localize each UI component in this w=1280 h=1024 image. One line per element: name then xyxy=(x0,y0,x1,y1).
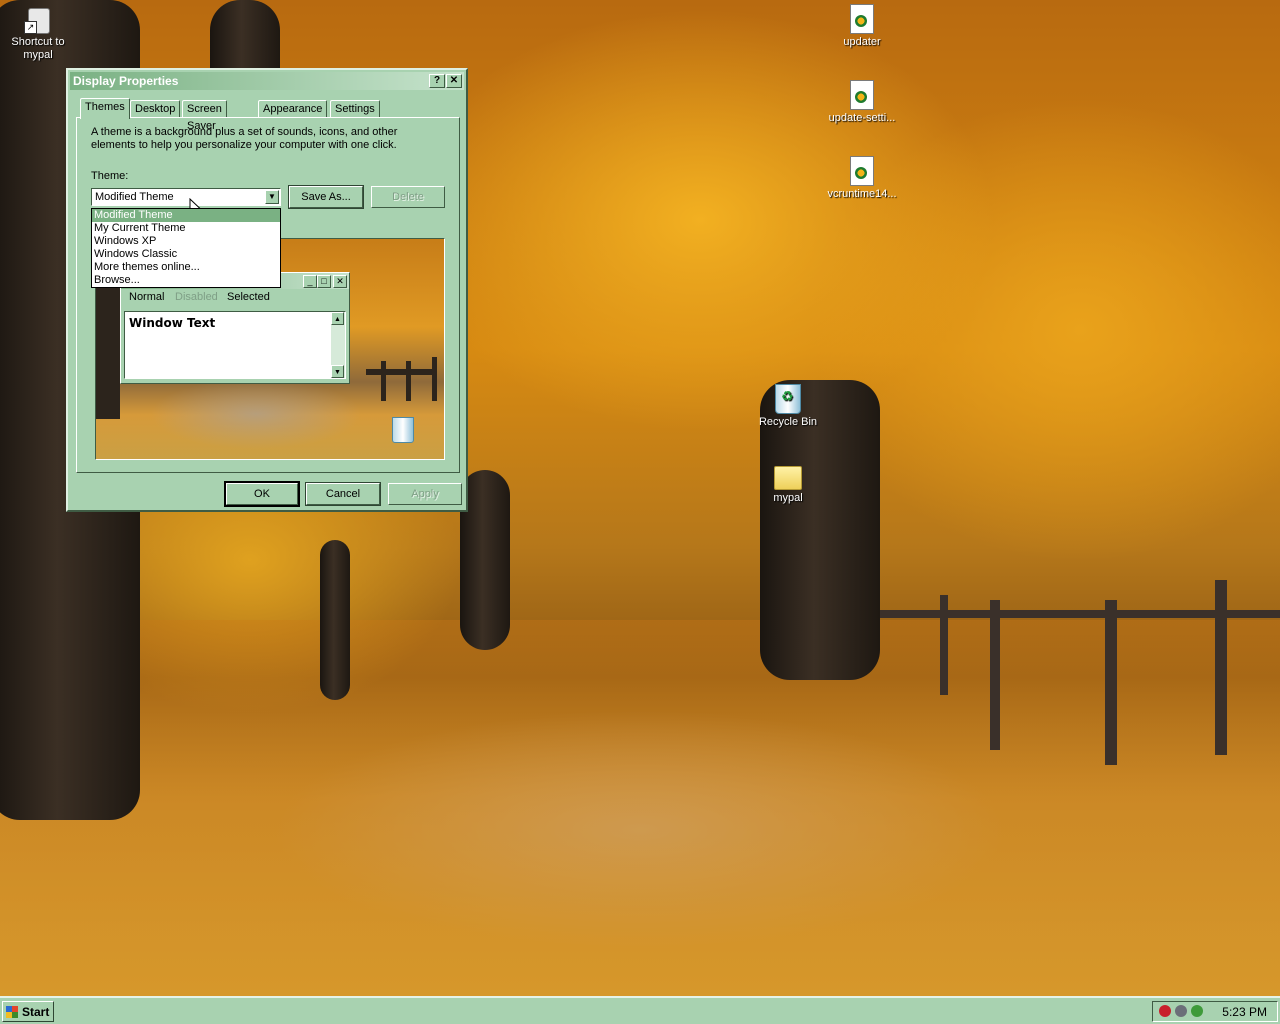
theme-option[interactable]: My Current Theme xyxy=(92,222,280,235)
minimize-icon: _ xyxy=(303,275,317,288)
theme-option[interactable]: Windows Classic xyxy=(92,248,280,261)
theme-option[interactable]: Windows XP xyxy=(92,235,280,248)
desktop-icon-vcruntime[interactable]: vcruntime14... xyxy=(824,156,900,201)
tab-desktop[interactable]: Desktop xyxy=(130,100,181,118)
tab-themes[interactable]: Themes xyxy=(80,98,130,119)
preview-window-text: Window Text xyxy=(129,316,216,330)
theme-label: Theme: xyxy=(91,170,129,182)
installer-icon xyxy=(850,4,874,34)
preview-text-area: Window Text ▲ ▼ xyxy=(124,311,346,379)
wallpaper-path xyxy=(0,620,1280,996)
desktop-icon-label: update-setti... xyxy=(828,112,896,124)
tab-appearance[interactable]: Appearance xyxy=(258,100,328,118)
dialog-title: Display Properties xyxy=(73,74,179,88)
system-tray: 5:23 PM xyxy=(1152,1001,1278,1022)
preview-fence-rail xyxy=(366,369,436,375)
recycle-bin-icon xyxy=(775,384,801,414)
maximize-icon: □ xyxy=(317,275,331,288)
theme-select[interactable]: Modified Theme ▼ xyxy=(91,188,281,206)
delete-button[interactable]: Delete xyxy=(371,186,445,208)
tab-screen-saver[interactable]: Screen Saver xyxy=(182,100,227,132)
shortcut-icon xyxy=(24,6,52,34)
start-button[interactable]: Start xyxy=(2,1001,54,1022)
help-button[interactable]: ? xyxy=(429,74,445,88)
desktop-icon-recycle-bin[interactable]: Recycle Bin xyxy=(750,384,826,429)
ok-button[interactable]: OK xyxy=(224,481,300,507)
desktop-icon-label: Shortcut to mypal xyxy=(11,36,65,61)
start-label: Start xyxy=(22,1005,50,1019)
desktop-icon-shortcut-mypal[interactable]: Shortcut to mypal xyxy=(0,6,76,62)
preview-menu-normal: Normal xyxy=(129,291,165,303)
wallpaper-fence-post xyxy=(1105,600,1117,765)
recycle-bin-icon xyxy=(392,417,414,443)
preview-fence-post xyxy=(381,361,386,401)
theme-option[interactable]: Modified Theme xyxy=(92,209,280,222)
desktop-icon-label: updater xyxy=(843,36,881,48)
preview-fence-post xyxy=(406,361,411,401)
network-icon[interactable] xyxy=(1175,1005,1187,1017)
taskbar-clock[interactable]: 5:23 PM xyxy=(1222,1005,1267,1019)
desktop-icon-label: Recycle Bin xyxy=(758,416,818,428)
theme-option[interactable]: More themes online... xyxy=(92,261,280,274)
preview-menu-disabled: Disabled xyxy=(175,291,218,303)
tab-settings[interactable]: Settings xyxy=(330,100,380,118)
taskbar: Start 5:23 PM xyxy=(0,996,1280,1024)
security-shield-icon[interactable] xyxy=(1159,1005,1171,1017)
preview-menu-selected: Selected xyxy=(227,291,270,303)
theme-description: A theme is a background plus a set of so… xyxy=(91,126,398,151)
preview-fence-post xyxy=(432,357,437,401)
theme-select-value: Modified Theme xyxy=(95,191,174,203)
dialog-titlebar[interactable]: Display Properties ? ✕ xyxy=(70,72,464,90)
themes-panel: A theme is a background plus a set of so… xyxy=(76,117,460,473)
preview-menu: Normal Disabled Selected xyxy=(121,289,349,303)
apply-button[interactable]: Apply xyxy=(388,483,462,505)
desktop-icon-label: mypal xyxy=(773,492,803,504)
preview-window: _ □ ✕ Normal Disabled Selected Window Te… xyxy=(120,272,350,384)
display-properties-dialog: Display Properties ? ✕ Themes Desktop Sc… xyxy=(66,68,468,512)
wallpaper-fence-post xyxy=(990,600,1000,750)
theme-dropdown-list: Modified Theme My Current Theme Windows … xyxy=(91,208,281,288)
wallpaper-fence-post xyxy=(940,595,948,695)
windows-logo-icon xyxy=(6,1006,18,1018)
desktop-icon-label: vcruntime14... xyxy=(827,188,897,200)
update-icon[interactable] xyxy=(1191,1005,1203,1017)
installer-icon xyxy=(850,156,874,186)
close-icon: ✕ xyxy=(333,275,347,288)
scroll-up-icon: ▲ xyxy=(331,312,344,325)
desktop-icon-update-settings[interactable]: update-setti... xyxy=(824,80,900,125)
folder-icon xyxy=(774,466,802,490)
desktop-icon-mypal-folder[interactable]: mypal xyxy=(750,460,826,505)
cancel-button[interactable]: Cancel xyxy=(305,482,381,506)
theme-option[interactable]: Browse... xyxy=(92,274,280,287)
chevron-down-icon[interactable]: ▼ xyxy=(265,190,279,204)
wallpaper-fence-post xyxy=(1215,580,1227,755)
wallpaper-trunk-small xyxy=(320,540,350,700)
installer-icon xyxy=(850,80,874,110)
scroll-down-icon: ▼ xyxy=(331,365,344,378)
preview-scrollbar: ▲ ▼ xyxy=(331,312,345,378)
desktop-icon-updater[interactable]: updater xyxy=(824,4,900,49)
save-as-button[interactable]: Save As... xyxy=(288,185,364,209)
close-button[interactable]: ✕ xyxy=(446,74,462,88)
